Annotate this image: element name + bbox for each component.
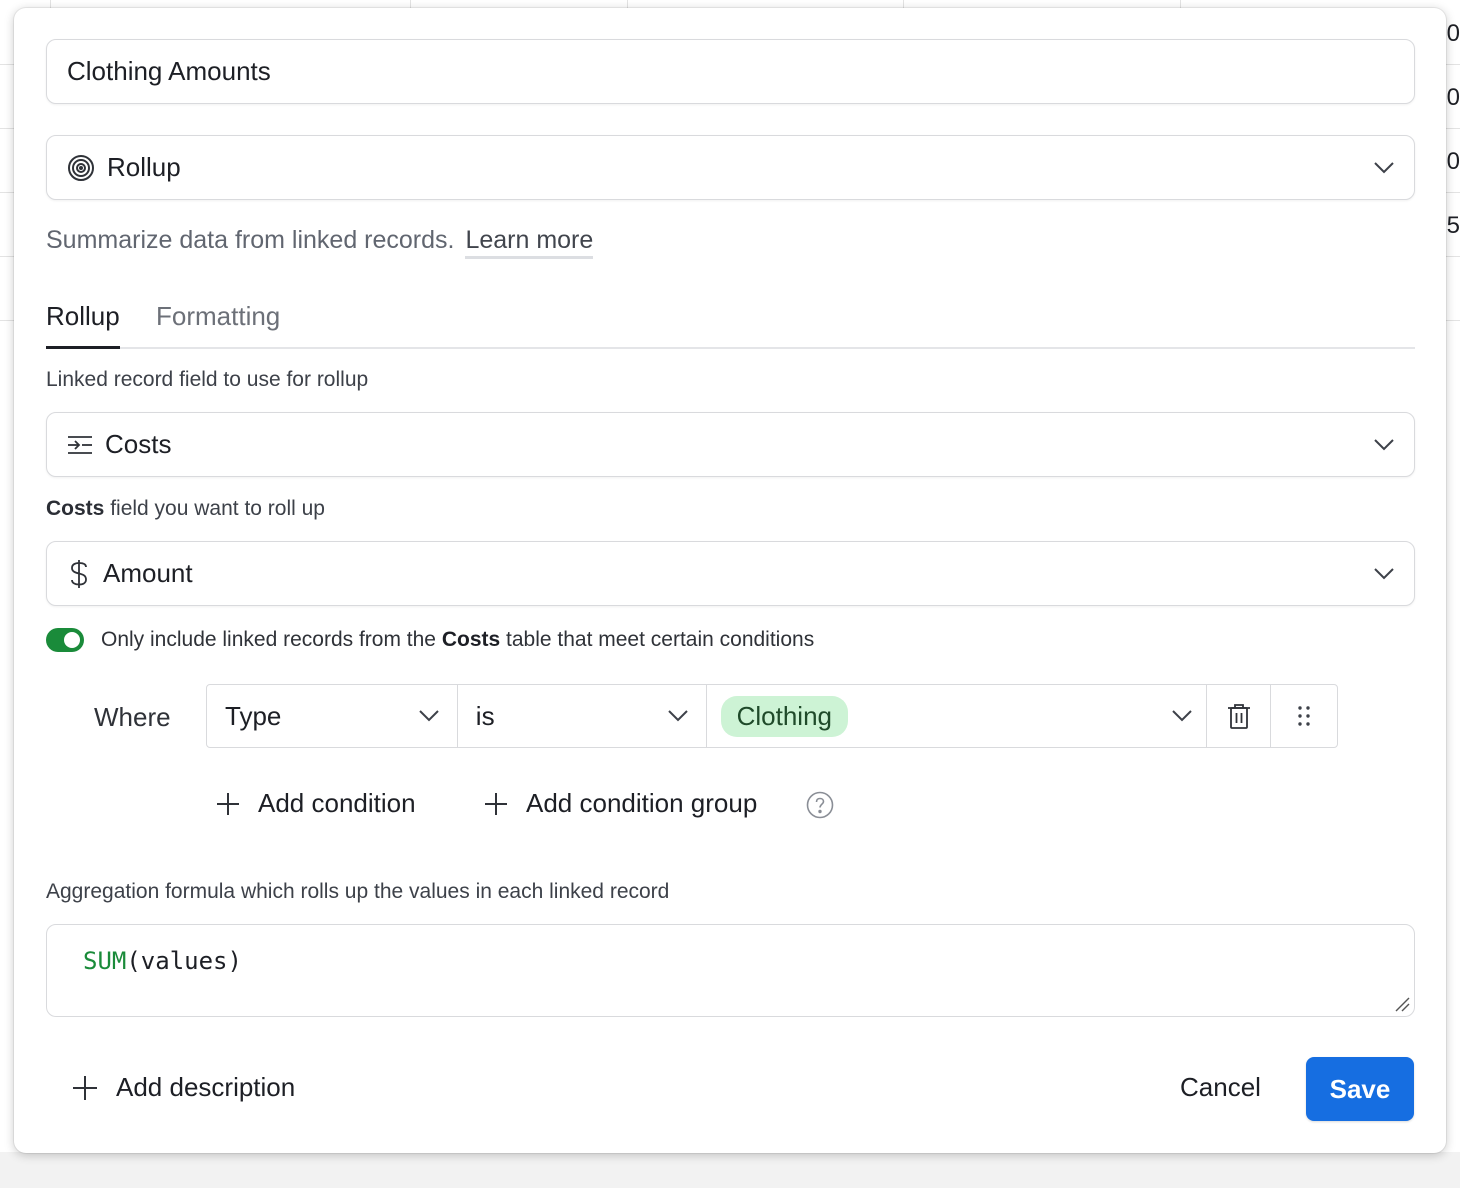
rollup-field-label-bold: Costs bbox=[46, 497, 105, 520]
add-description-button[interactable]: Add description bbox=[72, 1072, 295, 1103]
cell-value: 0 bbox=[1446, 84, 1460, 111]
condition-operator-select[interactable]: is bbox=[458, 685, 707, 747]
condition-value-select[interactable]: Clothing bbox=[707, 685, 1208, 747]
hint-text: Summarize data from linked records. bbox=[46, 226, 455, 254]
rollup-field-select[interactable]: Amount bbox=[46, 541, 1415, 606]
tab-formatting[interactable]: Formatting bbox=[156, 301, 280, 349]
add-condition-label: Add condition bbox=[258, 788, 416, 818]
tab-rollup[interactable]: Rollup bbox=[46, 301, 120, 349]
learn-more-link[interactable]: Learn more bbox=[465, 226, 594, 259]
resize-grip-icon[interactable] bbox=[1394, 996, 1410, 1012]
background-footer bbox=[0, 1152, 1460, 1188]
rollup-spiral-icon bbox=[67, 154, 95, 182]
chevron-down-icon bbox=[667, 710, 688, 722]
chevron-down-icon bbox=[1374, 438, 1394, 451]
plus-icon bbox=[72, 1075, 98, 1101]
drag-handle[interactable] bbox=[1271, 685, 1337, 747]
field-name-input[interactable] bbox=[46, 39, 1415, 104]
help-icon[interactable] bbox=[806, 791, 834, 819]
condition-row: Type is Clothing bbox=[206, 684, 1338, 748]
field-type-hint: Summarize data from linked records. Lear… bbox=[46, 226, 594, 259]
add-condition-button[interactable]: Add condition bbox=[216, 788, 416, 819]
conditions-text-after: table that meet certain conditions bbox=[500, 628, 815, 651]
chevron-down-icon bbox=[1374, 161, 1394, 174]
add-condition-group-button[interactable]: Add condition group bbox=[484, 788, 757, 819]
save-button[interactable]: Save bbox=[1306, 1057, 1414, 1121]
chevron-down-icon bbox=[1172, 710, 1192, 722]
dollar-icon bbox=[67, 559, 91, 589]
cell-value: 0 bbox=[1446, 20, 1460, 47]
rollup-field-label-text: field you want to roll up bbox=[104, 497, 325, 520]
trash-icon bbox=[1227, 703, 1251, 729]
chevron-down-icon bbox=[419, 710, 439, 722]
delete-condition-button[interactable] bbox=[1207, 685, 1272, 747]
linked-record-value: Costs bbox=[105, 429, 172, 459]
formula-function: SUM bbox=[83, 947, 127, 975]
plus-icon bbox=[484, 792, 508, 816]
add-condition-group-label: Add condition group bbox=[526, 788, 758, 818]
condition-operator-value: is bbox=[475, 700, 495, 731]
drag-handle-icon bbox=[1297, 705, 1311, 727]
condition-field-value: Type bbox=[225, 700, 282, 731]
field-config-dialog: Rollup Summarize data from linked record… bbox=[14, 8, 1446, 1153]
cancel-button[interactable]: Cancel bbox=[1180, 1072, 1261, 1103]
condition-field-select[interactable]: Type bbox=[207, 685, 458, 747]
aggregation-label: Aggregation formula which rolls up the v… bbox=[46, 880, 670, 903]
rollup-field-label: Costs field you want to roll up bbox=[46, 497, 325, 521]
aggregation-formula-input[interactable]: SUM(values) bbox=[46, 924, 1415, 1017]
linked-record-label: Linked record field to use for rollup bbox=[46, 368, 369, 391]
plus-icon bbox=[216, 792, 240, 816]
add-description-label: Add description bbox=[116, 1072, 296, 1102]
field-type-label: Rollup bbox=[107, 152, 181, 182]
conditions-toggle[interactable] bbox=[46, 628, 84, 652]
linked-record-select[interactable]: Costs bbox=[46, 412, 1415, 477]
chevron-down-icon bbox=[1374, 567, 1394, 580]
linked-record-icon bbox=[67, 435, 93, 455]
field-type-select[interactable]: Rollup bbox=[46, 135, 1415, 200]
formula-args: (values) bbox=[126, 947, 242, 975]
config-tabs: Rollup Formatting bbox=[46, 301, 1415, 349]
rollup-field-value: Amount bbox=[103, 558, 193, 588]
where-label: Where bbox=[94, 702, 171, 732]
cell-value: 5 bbox=[1446, 212, 1460, 239]
condition-value-pill: Clothing bbox=[720, 695, 848, 737]
conditions-table-name: Costs bbox=[441, 628, 501, 651]
cell-value: 0 bbox=[1446, 148, 1460, 175]
conditions-text-before: Only include linked records from the bbox=[101, 628, 442, 651]
conditions-toggle-row: Only include linked records from the Cos… bbox=[46, 628, 814, 652]
